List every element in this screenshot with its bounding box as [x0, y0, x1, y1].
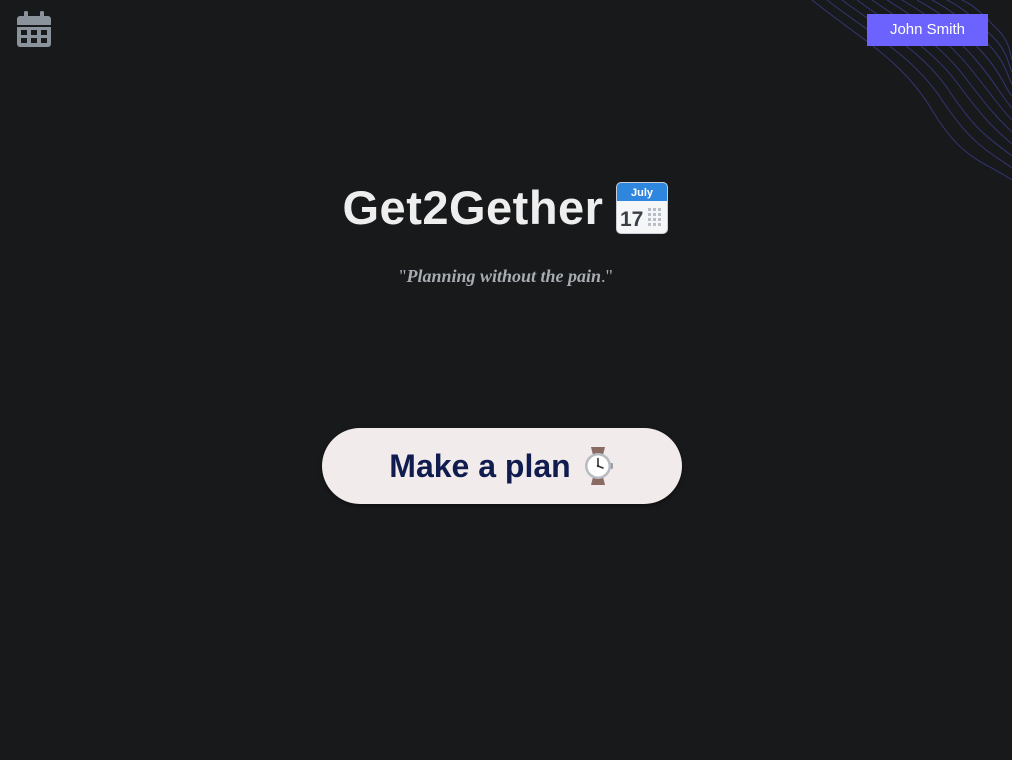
calendar-icon	[17, 11, 51, 47]
tagline-text: Planning without the pain	[406, 266, 602, 286]
home-link[interactable]	[16, 11, 52, 49]
watch-icon	[584, 447, 613, 485]
make-a-plan-button[interactable]: Make a plan	[322, 428, 682, 504]
user-account-button[interactable]: John Smith	[867, 14, 988, 46]
calendar-emoji-icon: July 17	[616, 181, 669, 234]
page-title: Get2Gether	[342, 181, 604, 234]
make-a-plan-label: Make a plan	[389, 447, 571, 484]
landing-page: John Smith Get2Gether July 17 "Planning …	[0, 0, 1012, 760]
calendar-emoji-month: July	[631, 187, 654, 199]
calendar-emoji-day: 17	[620, 208, 643, 231]
hero-title-row: Get2Gether July 17	[0, 180, 1012, 235]
tagline: "Planning without the pain."	[0, 266, 1012, 287]
tagline-close: ."	[601, 266, 613, 286]
